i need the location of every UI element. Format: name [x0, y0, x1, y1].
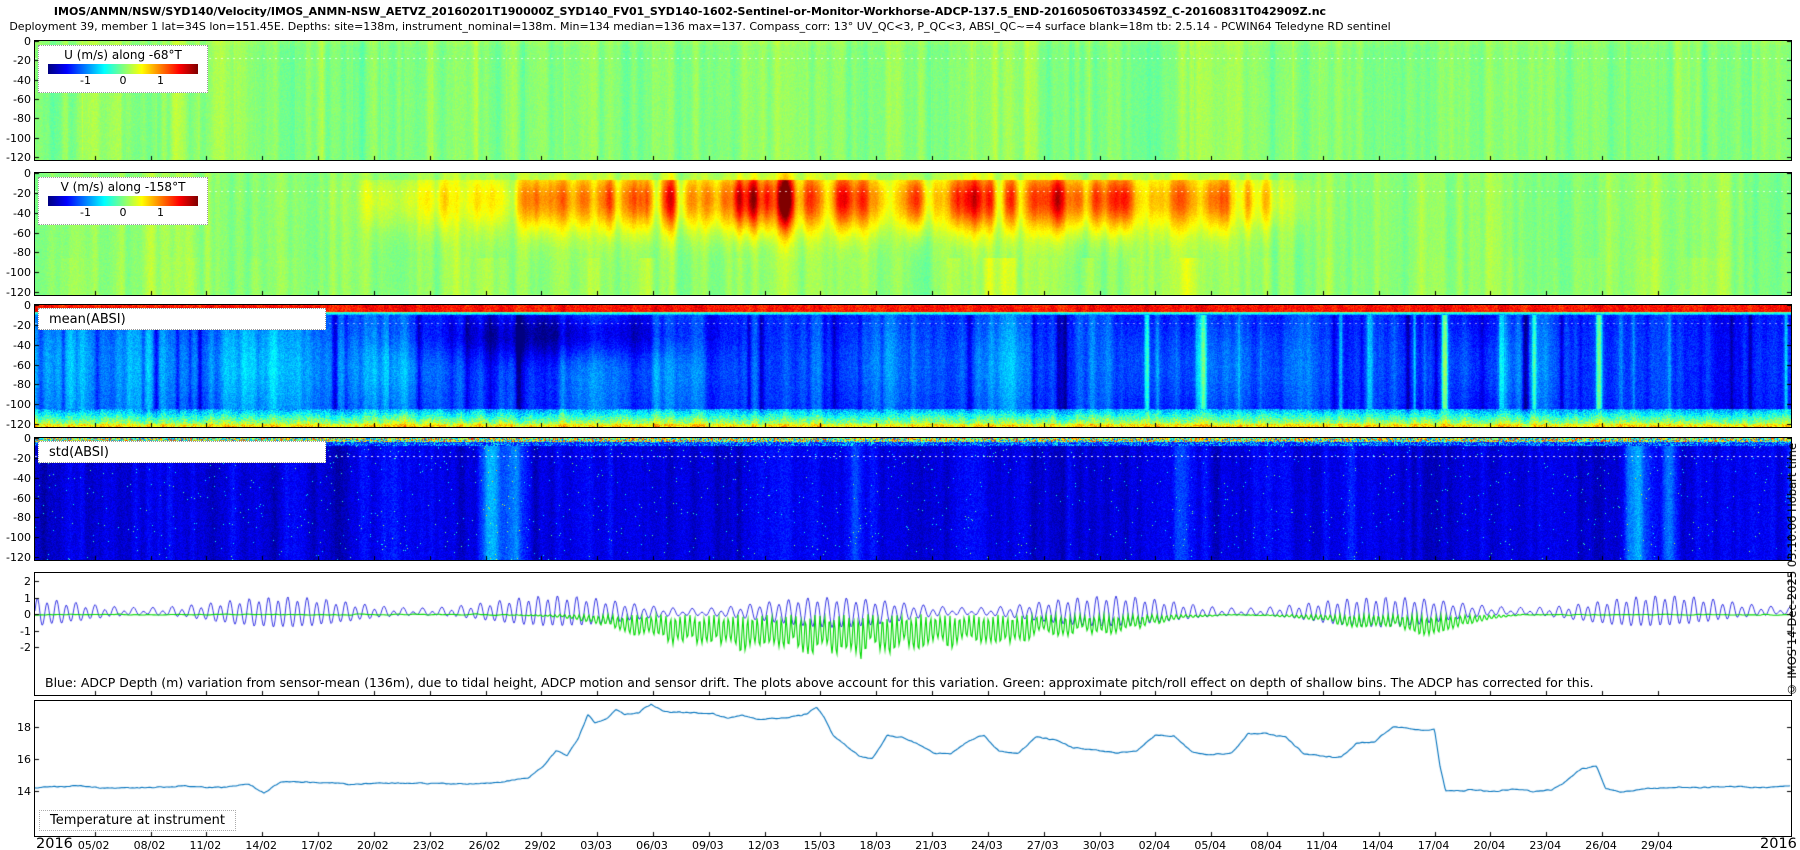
x-tick-label: 08/04 — [1250, 839, 1282, 850]
x-tick-label: 11/04 — [1306, 839, 1338, 850]
x-tick-label: 15/03 — [804, 839, 836, 850]
y-tick-label: -20 — [0, 319, 31, 332]
u-colorbar — [48, 64, 198, 74]
v-colorbar — [48, 196, 198, 206]
x-tick-label: 03/03 — [580, 839, 612, 850]
u-velocity-legend: U (m/s) along -68°T -1 0 1 — [38, 45, 208, 93]
x-tick-label: 26/02 — [469, 839, 501, 850]
x-tick-label: 20/02 — [357, 839, 389, 850]
x-tick-label: 21/03 — [915, 839, 947, 850]
v-velocity-panel: V (m/s) along -158°T -101 0-20-40-60-80-… — [34, 172, 1792, 296]
x-tick-label: 30/03 — [1083, 839, 1115, 850]
x-axis-year-right: 2016 — [1760, 836, 1797, 850]
y-tick-label: 2 — [0, 575, 31, 588]
y-tick-label: 0 — [0, 35, 31, 48]
mean-absi-label: mean(ABSI) — [38, 308, 326, 330]
colorbar-tick-label: 0 — [120, 206, 127, 219]
x-tick-label: 02/04 — [1139, 839, 1171, 850]
std-absi-panel: std(ABSI) 0-20-40-60-80-100-120 — [34, 437, 1792, 561]
y-tick-label: 0 — [0, 432, 31, 445]
y-tick-label: -60 — [0, 93, 31, 106]
y-tick-label: 0 — [0, 167, 31, 180]
y-tick-label: -100 — [0, 398, 31, 411]
x-tick-label: 09/03 — [692, 839, 724, 850]
x-tick-label: 23/04 — [1529, 839, 1561, 850]
y-tick-label: -1 — [0, 625, 31, 638]
colorbar-tick-label: 1 — [157, 74, 164, 87]
colorbar-tick-label: -1 — [80, 74, 91, 87]
x-tick-label: 08/02 — [134, 839, 166, 850]
u-colorbar-ticks: -1 0 1 — [48, 74, 198, 87]
x-tick-label: 14/02 — [245, 839, 277, 850]
y-tick-label: -20 — [0, 452, 31, 465]
u-velocity-heatmap — [35, 41, 1791, 160]
colorbar-tick-label: 0 — [120, 74, 127, 87]
x-tick-label: 23/02 — [413, 839, 445, 850]
colorbar-tick-label: 1 — [157, 206, 164, 219]
y-tick-label: 16 — [0, 753, 31, 766]
y-tick-label: -100 — [0, 266, 31, 279]
x-tick-label: 05/02 — [78, 839, 110, 850]
x-axis-date-labels: 05/02 08/02 11/02 14/02 17/02 20/02 23/02 26/02… — [0, 839, 1800, 850]
temperature-panel: Temperature at instrument 181614 — [34, 700, 1792, 837]
y-tick-label: -2 — [0, 641, 31, 654]
u-velocity-panel: U (m/s) along -68°T -101 0-20-40-60-80-1… — [34, 40, 1792, 161]
x-axis-year-left: 2016 — [36, 836, 73, 850]
x-tick-label: 11/02 — [189, 839, 221, 850]
y-tick-label: -120 — [0, 418, 31, 431]
v-colorbar-ticks: -1 0 1 — [48, 206, 198, 219]
y-tick-label: -100 — [0, 531, 31, 544]
y-tick-label: -80 — [0, 246, 31, 259]
colorbar-tick-label: -1 — [80, 206, 91, 219]
x-tick-label: 06/03 — [636, 839, 668, 850]
x-tick-label: 24/03 — [971, 839, 1003, 850]
depth-variation-panel: Blue: ADCP Depth (m) variation from sens… — [34, 572, 1792, 696]
x-tick-label: 14/04 — [1362, 839, 1394, 850]
std-absi-label: std(ABSI) — [38, 441, 326, 463]
temperature-label: Temperature at instrument — [39, 810, 236, 831]
x-tick-label: 17/02 — [301, 839, 333, 850]
y-tick-label: -40 — [0, 74, 31, 87]
temperature-plot — [35, 701, 1791, 836]
y-tick-label: -40 — [0, 472, 31, 485]
figure-root: IMOS/ANMN/NSW/SYD140/Velocity/IMOS_ANMN-… — [0, 0, 1800, 850]
x-tick-label: 17/04 — [1418, 839, 1450, 850]
x-tick-label: 29/02 — [524, 839, 556, 850]
y-tick-label: 14 — [0, 785, 31, 798]
x-tick-label: 18/03 — [859, 839, 891, 850]
y-tick-label: 18 — [0, 721, 31, 734]
depth-annotation-text: Blue: ADCP Depth (m) variation from sens… — [45, 675, 1594, 690]
x-tick-label: 12/03 — [748, 839, 780, 850]
y-tick-label: -100 — [0, 132, 31, 145]
y-tick-label: -120 — [0, 286, 31, 299]
y-tick-label: -60 — [0, 227, 31, 240]
y-tick-label: -60 — [0, 359, 31, 372]
x-tick-label: 26/04 — [1585, 839, 1617, 850]
x-tick-label: 05/04 — [1194, 839, 1226, 850]
y-tick-label: 0 — [0, 608, 31, 621]
y-tick-label: -20 — [0, 187, 31, 200]
y-tick-label: -80 — [0, 112, 31, 125]
title-line-2: Deployment 39, member 1 lat=34S lon=151.… — [9, 20, 1390, 33]
y-tick-label: -60 — [0, 492, 31, 505]
imos-watermark: © IMOS 14-Dec-2025 03:10:06 Hobart time — [1785, 443, 1799, 696]
mean-absi-panel: mean(ABSI) 0-20-40-60-80-100-120 — [34, 304, 1792, 428]
title-line-1: IMOS/ANMN/NSW/SYD140/Velocity/IMOS_ANMN-… — [54, 5, 1326, 18]
x-tick-label: 29/04 — [1641, 839, 1673, 850]
v-velocity-heatmap — [35, 173, 1791, 295]
x-tick-label: 20/04 — [1474, 839, 1506, 850]
y-tick-label: -20 — [0, 54, 31, 67]
y-tick-label: -80 — [0, 378, 31, 391]
v-velocity-legend: V (m/s) along -158°T -1 0 1 — [38, 177, 208, 225]
u-legend-title: U (m/s) along -68°T — [39, 48, 207, 62]
y-tick-label: -120 — [0, 551, 31, 564]
y-tick-label: -120 — [0, 151, 31, 164]
y-tick-label: 1 — [0, 592, 31, 605]
y-tick-label: -80 — [0, 511, 31, 524]
y-tick-label: -40 — [0, 339, 31, 352]
y-tick-label: 0 — [0, 299, 31, 312]
v-legend-title: V (m/s) along -158°T — [39, 180, 207, 194]
x-tick-label: 27/03 — [1027, 839, 1059, 850]
y-tick-label: -40 — [0, 207, 31, 220]
